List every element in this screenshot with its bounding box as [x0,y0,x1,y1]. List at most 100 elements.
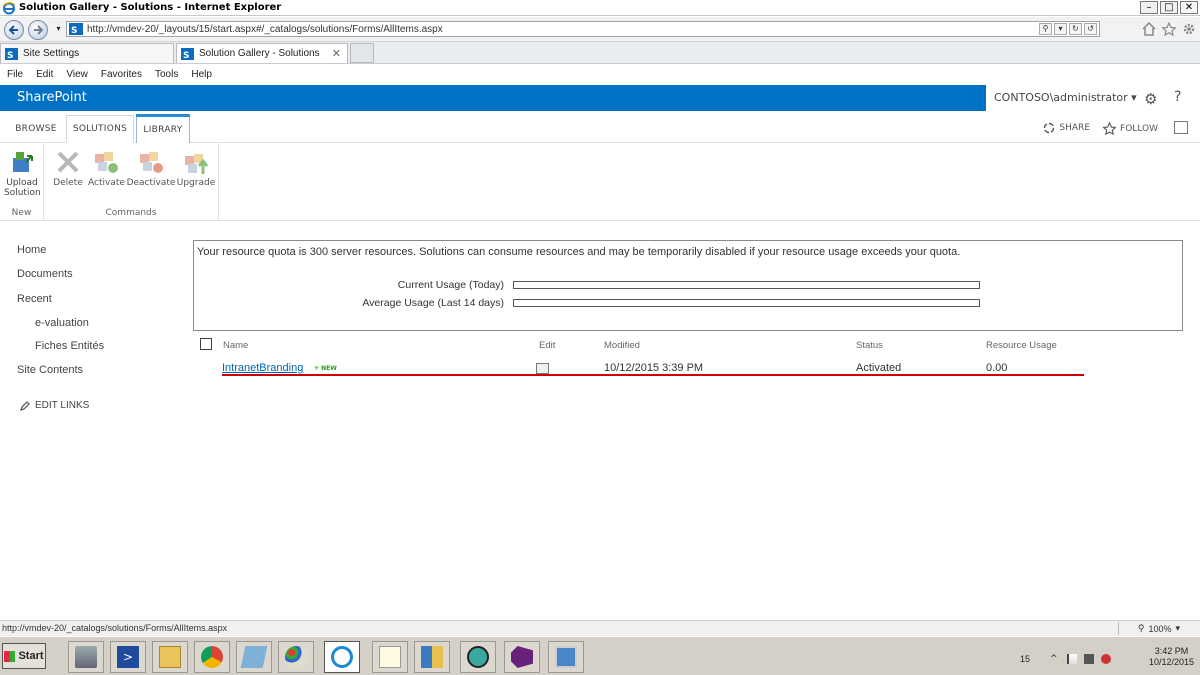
menu-help[interactable]: Help [191,69,212,80]
zoom-dropdown-icon: ▾ [1175,623,1180,633]
upgrade-icon [185,154,209,174]
address-url[interactable]: http://vmdev-20/_layouts/15/start.aspx#/… [87,24,1039,35]
user-menu[interactable]: CONTOSO\administrator ▾ [994,91,1137,104]
start-button[interactable]: Start [2,643,46,669]
maximize-button[interactable]: □ [1160,1,1178,14]
paint-taskbar-button[interactable] [278,641,314,673]
close-tab-icon[interactable]: ✕ [332,47,341,60]
close-window-button[interactable]: ✕ [1180,1,1198,14]
current-usage-bar [513,281,980,289]
files-icon [421,646,443,668]
nav-e-valuation[interactable]: e-valuation [35,317,89,329]
minimize-button[interactable]: – [1140,1,1158,14]
remote-desktop-taskbar-button[interactable] [548,641,584,673]
ribbon-tab-library[interactable]: LIBRARY [136,114,190,143]
current-usage-label: Current Usage (Today) [397,279,504,291]
notes-icon [240,646,268,668]
new-badge: ✳ NEW [314,365,337,372]
column-header-name[interactable]: Name [223,340,248,351]
edit-item-icon[interactable] [536,363,549,374]
focus-on-content-icon[interactable] [1174,121,1188,134]
upload-solution-button[interactable]: Upload Solution [4,148,41,198]
powershell-icon: > [117,646,139,668]
nav-fiches-entites[interactable]: Fiches Entités [35,340,104,352]
menu-file[interactable]: File [7,69,23,80]
volume-muted-icon[interactable] [1101,654,1111,664]
visual-studio-taskbar-button[interactable] [504,641,540,673]
column-header-modified[interactable]: Modified [604,340,640,351]
select-all-checkbox[interactable] [200,338,212,350]
powershell-taskbar-button[interactable]: > [110,641,146,673]
tab-site-settings[interactable]: S Site Settings [0,43,174,63]
ribbon-tab-browse[interactable]: BROWSE [8,115,64,143]
nav-documents[interactable]: Documents [17,268,73,280]
column-header-status[interactable]: Status [856,340,883,351]
sharepoint-brand-link[interactable]: SharePoint [17,90,87,105]
svg-text:S: S [7,51,13,60]
new-badge-text: NEW [321,365,337,372]
bug-icon [467,646,489,668]
start-label: Start [18,650,44,662]
nav-site-contents[interactable]: Site Contents [17,364,83,376]
debug-taskbar-button[interactable] [460,641,496,673]
chrome-icon [201,646,223,668]
windows-taskbar: Start > 15 ^ 3:42 PM 10/12/2015 [0,636,1200,675]
deactivate-button[interactable]: Deactivate [126,148,176,188]
favorites-star-icon[interactable] [1160,21,1178,37]
menu-favorites[interactable]: Favorites [101,69,142,80]
column-header-resource-usage[interactable]: Resource Usage [986,340,1057,351]
activate-icon [95,152,118,173]
activate-button[interactable]: Activate [88,148,125,188]
ribbon: Upload Solution New Delete Activate Deac… [0,143,1200,221]
menu-tools[interactable]: Tools [155,69,178,80]
clock-date: 10/12/2015 [1148,657,1194,667]
share-button[interactable]: SHARE [1043,122,1090,134]
sharepoint-icon: S [181,47,194,60]
folder-icon [159,646,181,668]
clock[interactable]: 3:42 PM 10/12/2015 [1149,646,1194,668]
notes-taskbar-button[interactable] [236,641,272,673]
follow-button[interactable]: FOLLOW [1103,122,1158,135]
address-bar[interactable]: S http://vmdev-20/_layouts/15/start.aspx… [66,21,1100,37]
tools-gear-icon[interactable] [1182,22,1196,36]
menu-edit[interactable]: Edit [36,69,53,80]
tab-solution-gallery[interactable]: S Solution Gallery - Solutions ✕ [176,43,348,63]
help-icon[interactable]: ? [1174,89,1181,105]
settings-gear-icon[interactable]: ⚙ [1144,90,1157,108]
home-icon[interactable] [1142,21,1156,36]
nav-home[interactable]: Home [17,244,46,256]
svg-text:S: S [71,26,77,35]
network-icon[interactable] [1084,654,1094,664]
solution-name-link[interactable]: IntranetBranding [222,362,303,374]
window-title-bar: Solution Gallery - Solutions - Internet … [0,0,1200,16]
tray-expand-icon[interactable]: ^ [1050,654,1060,664]
new-tab-button[interactable] [350,43,374,63]
refresh-icon[interactable]: ↺ [1084,23,1097,35]
notepad-taskbar-button[interactable] [372,641,408,673]
zoom-control[interactable]: ⚲ 100% ▾ [1138,623,1180,634]
history-dropdown-icon[interactable]: ▾ [52,24,65,36]
internet-explorer-taskbar-button[interactable] [324,641,360,673]
explorer-taskbar-button[interactable] [152,641,188,673]
back-arrow-icon [8,25,18,35]
flag-icon[interactable] [1067,654,1077,664]
clock-time: 3:42 PM [1154,646,1189,656]
compatibility-view-icon[interactable]: ↻ [1069,23,1082,35]
ribbon-tab-solutions[interactable]: SOLUTIONS [66,115,134,143]
upgrade-button[interactable]: Upgrade [176,148,216,188]
menu-view[interactable]: View [66,69,88,80]
nav-recent[interactable]: Recent [17,293,52,305]
menu-bar: File Edit View Favorites Tools Help [0,65,1200,83]
back-button[interactable] [4,20,24,40]
edit-links-button[interactable]: EDIT LINKS [20,400,89,411]
forward-button[interactable] [28,20,48,40]
server-manager-taskbar-button[interactable] [68,641,104,673]
chrome-taskbar-button[interactable] [194,641,230,673]
pencil-icon [20,400,30,411]
average-usage-bar [513,299,980,307]
delete-button[interactable]: Delete [50,148,86,188]
files-taskbar-button[interactable] [414,641,450,673]
status-separator [1118,622,1119,635]
address-dropdown-icon[interactable]: ▾ [1054,23,1067,35]
search-icon[interactable]: ⚲ [1039,23,1052,35]
